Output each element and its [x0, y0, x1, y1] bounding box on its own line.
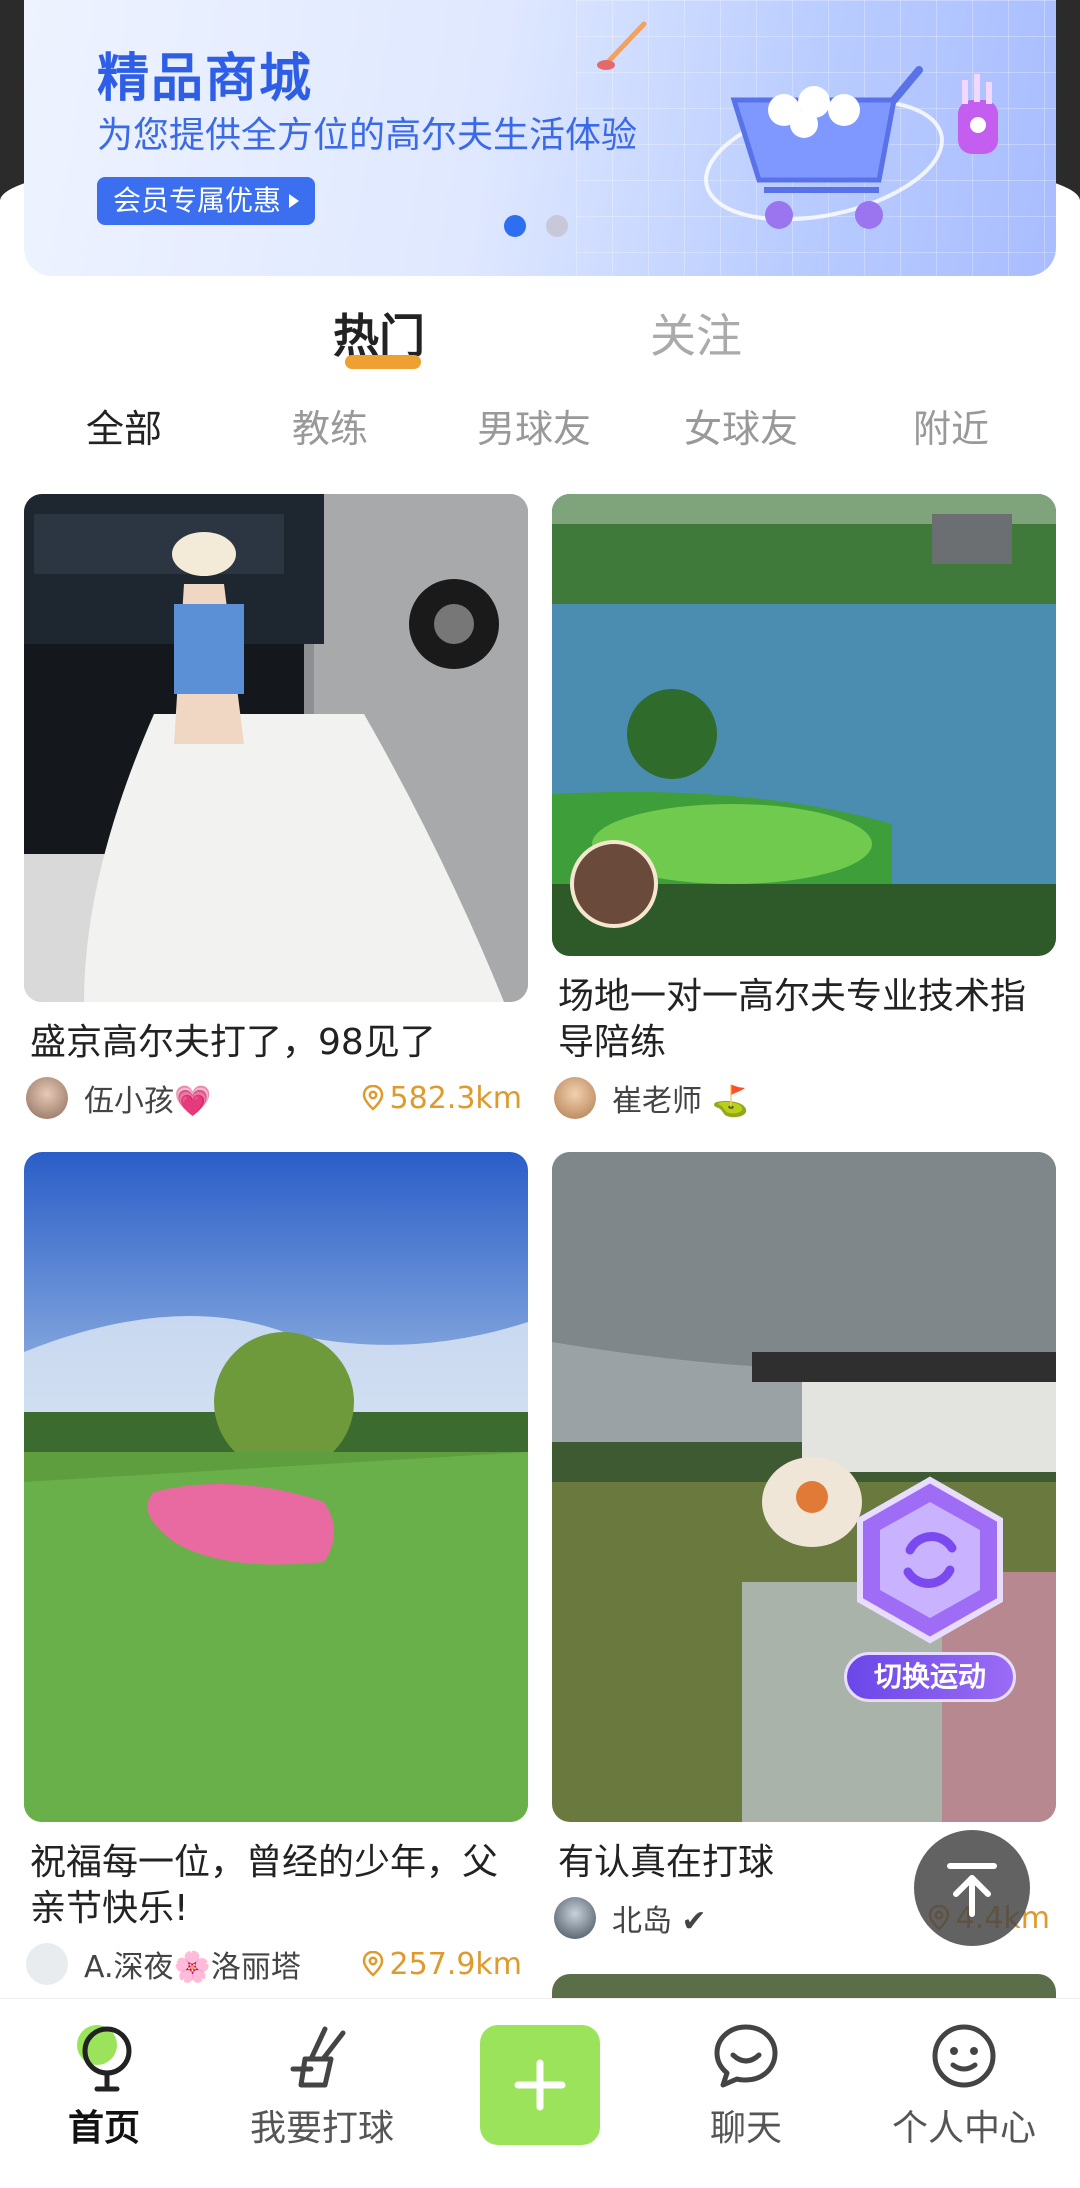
user-avatar[interactable] — [26, 1943, 68, 1985]
active-tab-indicator — [345, 355, 421, 369]
nav-home-label: 首页 — [67, 2108, 140, 2149]
filter-nearby[interactable]: 附近 — [913, 398, 989, 453]
carousel-dot-2[interactable] — [546, 215, 568, 237]
location-pin-icon — [362, 1951, 383, 1977]
post-image[interactable] — [24, 494, 528, 1002]
chat-icon — [714, 2024, 778, 2088]
banner-subtitle: 为您提供全方位的高尔夫生活体验 — [97, 115, 638, 156]
filter-female-golfer[interactable]: 女球友 — [684, 398, 798, 453]
post-title: 场地一对一高尔夫专业技术指导陪练 — [558, 976, 1027, 1063]
post-meta: A.深夜🌸洛丽塔 257.9km — [24, 1942, 528, 1986]
user-name[interactable]: 崔老师 ⛳ — [612, 1076, 749, 1120]
distance-value: 582.3km — [389, 1080, 522, 1116]
filter-tabs: 全部 教练 男球友 女球友 附近 — [0, 398, 1080, 458]
post-meta: 崔老师 ⛳ — [552, 1076, 1056, 1120]
arrow-up-icon — [947, 1863, 997, 1917]
user-avatar[interactable] — [554, 1077, 596, 1119]
carousel-dot-1[interactable] — [504, 215, 526, 237]
switch-sport-label: 切换运动 — [844, 1652, 1016, 1702]
golf-ball-icon — [77, 2025, 132, 2092]
filter-male-golfer[interactable]: 男球友 — [477, 398, 591, 453]
golf-bag-nav-icon — [290, 2026, 346, 2088]
nav-profile[interactable]: 个人中心 — [874, 2019, 1054, 2151]
post-image[interactable] — [552, 494, 1056, 956]
user-avatar[interactable] — [554, 1897, 596, 1939]
nav-chat[interactable]: 聊天 — [656, 2019, 836, 2151]
feed-card[interactable]: 祝福每一位，曾经的少年，父亲节快乐! A.深夜🌸洛丽塔 257.9km — [24, 1152, 528, 1986]
play-arrow-icon — [289, 194, 300, 208]
filter-all[interactable]: 全部 — [86, 398, 162, 453]
nav-home[interactable]: 首页 — [14, 2019, 194, 2151]
post-title: 盛京高尔夫打了，98见了 — [30, 1022, 436, 1063]
tab-following[interactable]: 关注 — [650, 300, 742, 366]
switch-sport-icon — [857, 1476, 1003, 1644]
banner-title: 精品商城 — [97, 49, 314, 109]
switch-sport-badge[interactable]: 切换运动 — [840, 1470, 1020, 1710]
scroll-to-top-button[interactable] — [914, 1830, 1030, 1946]
mall-banner[interactable]: 精品商城 为您提供全方位的高尔夫生活体验 会员专属优惠 — [24, 0, 1056, 276]
golf-club-icon — [597, 21, 647, 70]
nav-play-label: 我要打球 — [249, 2108, 394, 2149]
user-avatar[interactable] — [26, 1077, 68, 1119]
filter-coach[interactable]: 教练 — [292, 398, 368, 453]
member-offer-label: 会员专属优惠 — [113, 184, 282, 217]
user-name[interactable]: 北岛 ✔ — [612, 1896, 707, 1940]
golf-bag-icon — [958, 74, 998, 154]
distance: 582.3km — [362, 1081, 528, 1116]
plus-icon — [514, 2059, 566, 2111]
carousel-dots — [504, 215, 568, 237]
post-meta: 伍小孩💗 582.3km — [24, 1076, 528, 1120]
distance: 257.9km — [362, 1947, 528, 1982]
bottom-navigation: 首页 我要打球 聊天 个人中心 — [0, 1998, 1080, 2188]
post-title: 祝福每一位，曾经的少年，父亲节快乐! — [30, 1842, 499, 1929]
nav-play[interactable]: 我要打球 — [232, 2019, 412, 2151]
feed-card[interactable]: 场地一对一高尔夫专业技术指导陪练 崔老师 ⛳ — [552, 494, 1056, 1120]
post-image[interactable] — [24, 1152, 528, 1822]
main-tabs: 热门 关注 — [0, 300, 1080, 380]
nav-profile-label: 个人中心 — [891, 2108, 1036, 2149]
member-offer-button[interactable]: 会员专属优惠 — [97, 177, 316, 225]
distance-value: 257.9km — [389, 1946, 522, 1982]
location-pin-icon — [362, 1085, 383, 1111]
user-name[interactable]: 伍小孩💗 — [84, 1076, 211, 1120]
shopping-cart-icon — [704, 66, 944, 229]
feed-card[interactable]: 盛京高尔夫打了，98见了 伍小孩💗 582.3km — [24, 494, 528, 1120]
nav-chat-label: 聊天 — [709, 2108, 782, 2149]
smiley-profile-icon — [932, 2024, 996, 2088]
create-post-button[interactable] — [480, 2025, 600, 2145]
user-name[interactable]: A.深夜🌸洛丽塔 — [84, 1942, 301, 1986]
